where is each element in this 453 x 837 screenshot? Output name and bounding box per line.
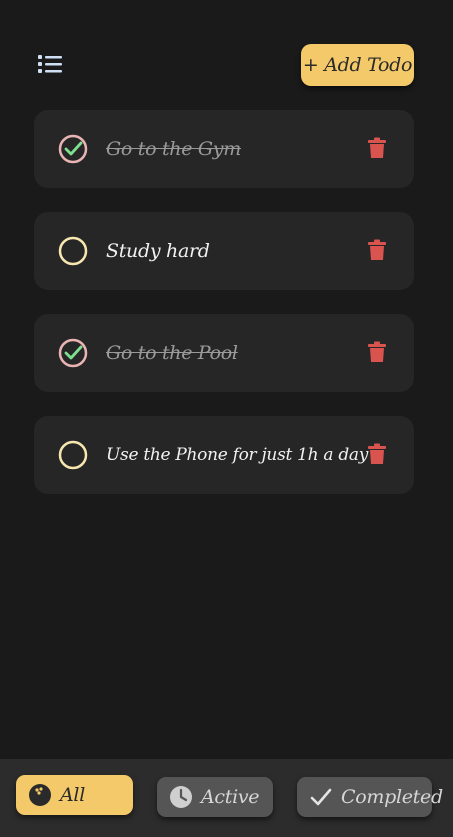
todo-item: Go to the Gym: [34, 110, 414, 188]
clock-icon: [170, 786, 192, 808]
add-todo-button[interactable]: + Add Todo: [301, 44, 414, 86]
filter-all-button[interactable]: All: [16, 775, 133, 815]
filter-all-label: All: [60, 784, 85, 806]
checkbox-unchecked-icon[interactable]: [58, 236, 88, 266]
check-icon: [310, 788, 332, 806]
filter-bar: All Active Completed: [0, 759, 453, 837]
filter-completed-button[interactable]: Completed: [297, 777, 443, 817]
checkbox-checked-icon[interactable]: [58, 134, 88, 164]
checkbox-unchecked-icon[interactable]: [58, 440, 88, 470]
list-icon: [38, 55, 62, 73]
todo-item: Go to the Pool: [34, 314, 414, 392]
trash-icon[interactable]: [367, 137, 387, 159]
todo-item: Use the Phone for just 1h a day: [34, 416, 414, 494]
bowling-ball-icon: [29, 784, 51, 806]
trash-icon[interactable]: [367, 341, 387, 363]
todo-text: Study hard: [106, 240, 210, 262]
todo-item: Study hard: [34, 212, 414, 290]
trash-icon[interactable]: [367, 443, 387, 465]
filter-completed-label: Completed: [341, 786, 443, 808]
menu-button[interactable]: [36, 52, 64, 76]
filter-active-label: Active: [201, 786, 260, 808]
todo-text: Use the Phone for just 1h a day: [106, 445, 369, 465]
todo-text: Go to the Gym: [106, 138, 241, 160]
filter-active-button[interactable]: Active: [157, 777, 273, 817]
trash-icon[interactable]: [367, 239, 387, 261]
todo-text: Go to the Pool: [106, 342, 238, 364]
checkbox-checked-icon[interactable]: [58, 338, 88, 368]
